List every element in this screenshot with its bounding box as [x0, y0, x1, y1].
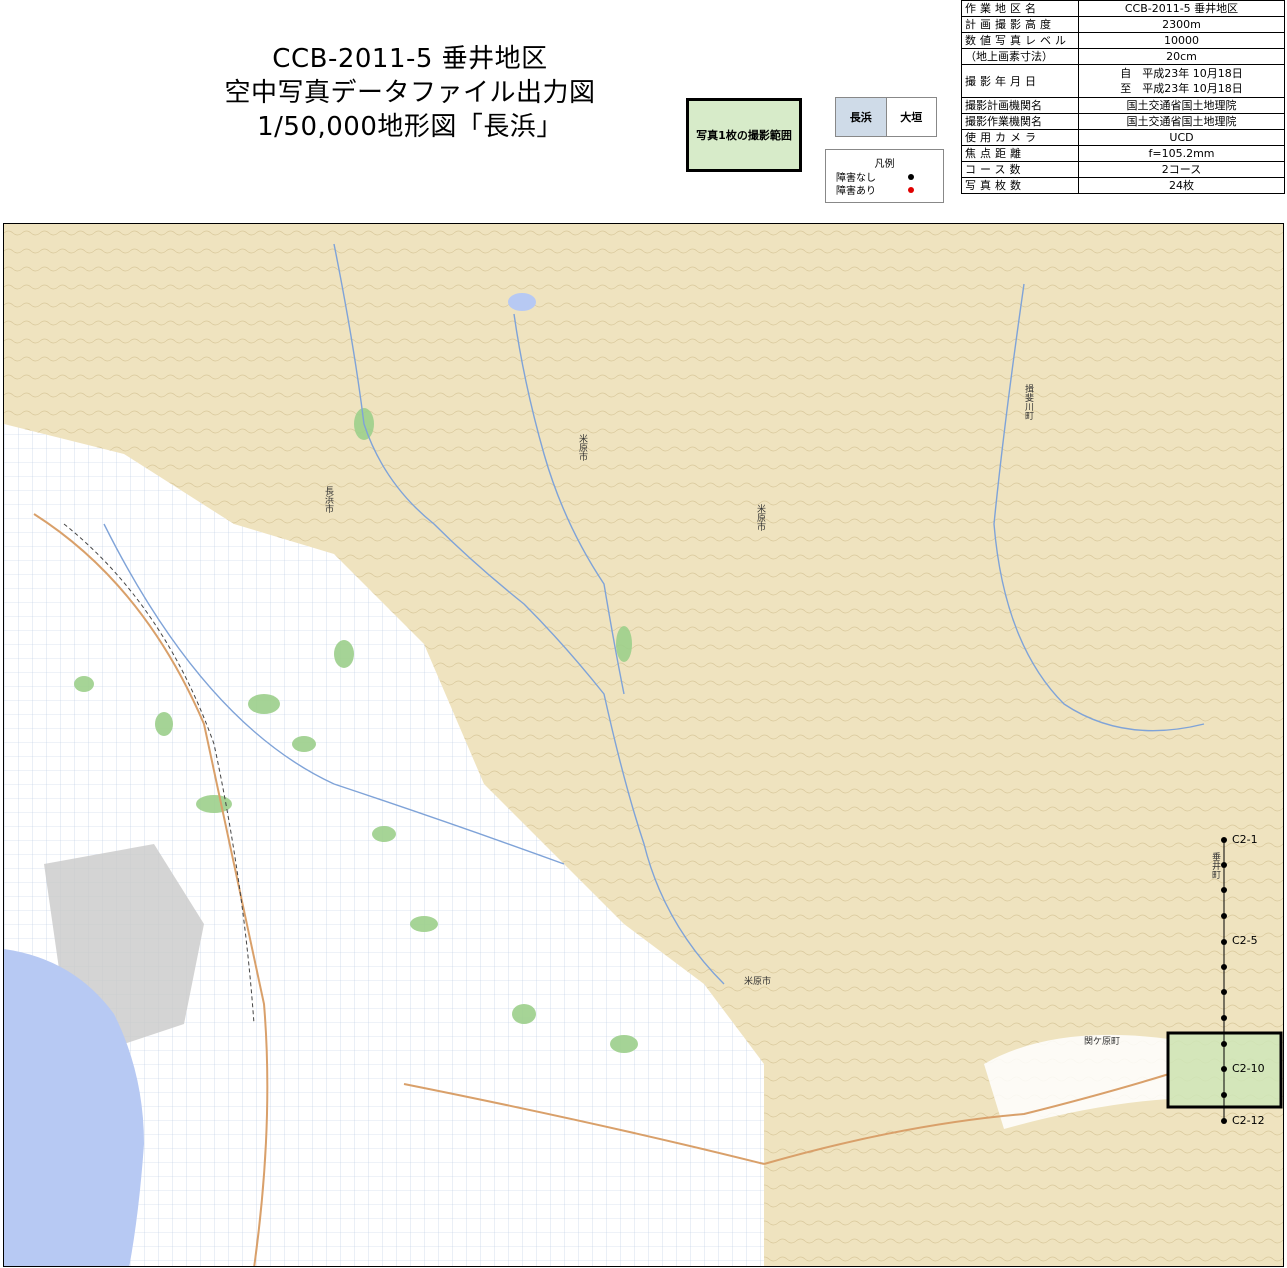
- title-line-3: 1/50,000地形図「長浜」: [257, 112, 563, 142]
- info-value: 2300m: [1078, 16, 1285, 33]
- info-row: 焦点距離 f=105.2mm: [961, 145, 1285, 162]
- place-name: 米原市: [577, 434, 587, 461]
- place-name: 垂井町: [1210, 852, 1220, 879]
- info-row: 数値写真レベル 10000: [961, 32, 1285, 49]
- place-name: 関ケ原町: [1084, 1037, 1121, 1047]
- info-value: 国土交通省国土地理院: [1078, 113, 1285, 130]
- photo-center: [1221, 1118, 1227, 1124]
- photo-center: [1221, 1041, 1227, 1047]
- photo-center: [1221, 964, 1227, 970]
- date-to: 至 平成23年 10月18日: [1120, 82, 1243, 95]
- info-key: （地上画素寸法）: [961, 48, 1079, 65]
- photo-center: [1221, 1015, 1227, 1021]
- place-name: 米原市: [755, 504, 765, 531]
- info-value: UCD: [1078, 129, 1285, 146]
- title-line-1: CCB-2011-5 垂井地区: [272, 44, 548, 74]
- info-row: 計画撮影高度 2300m: [961, 16, 1285, 33]
- info-key: 作業地区名: [961, 0, 1079, 17]
- info-value: f=105.2mm: [1078, 145, 1285, 162]
- photo-center: [1221, 913, 1227, 919]
- place-name: 揖斐川町: [1023, 384, 1033, 420]
- legend: 凡例 障害なし 障害あり: [825, 149, 944, 203]
- sheet-neighbor[interactable]: 大垣: [887, 98, 937, 136]
- map-title: CCB-2011-5 垂井地区 空中写真データファイル出力図 1/50,000地…: [150, 42, 670, 144]
- info-row: コース数 2コース: [961, 161, 1285, 178]
- photo-center: [1221, 1092, 1227, 1098]
- photo-center: [1221, 1066, 1227, 1072]
- survey-info-table: 作業地区名 CCB-2011-5 垂井地区 計画撮影高度 2300m 数値写真レベル…: [961, 0, 1285, 194]
- place-name: 米原市: [744, 977, 772, 987]
- info-key: 写真枚数: [961, 177, 1079, 194]
- info-key: 撮影作業機関名: [961, 113, 1079, 130]
- topographic-map[interactable]: 長浜市 米原市 米原市 揖斐川町 垂井町 関ケ原町 米原市 C2-1 C2-5 …: [3, 223, 1284, 1267]
- black-dot-icon: [908, 173, 914, 180]
- photo-center: [1221, 989, 1227, 995]
- info-row: 写真枚数 24枚: [961, 177, 1285, 194]
- info-key: 計画撮影高度: [961, 16, 1079, 33]
- sheet-index: 長浜 大垣: [835, 97, 937, 137]
- photo-label-c2-1[interactable]: C2-1: [1232, 833, 1258, 846]
- red-dot-icon: [908, 186, 914, 193]
- photo-center: [1221, 939, 1227, 945]
- info-row: 使用カメラ UCD: [961, 129, 1285, 146]
- info-value: 自 平成23年 10月18日至 平成23年 10月18日: [1078, 64, 1285, 98]
- pond: [508, 293, 536, 311]
- info-row: 撮影年月日自 平成23年 10月18日至 平成23年 10月18日: [961, 64, 1285, 98]
- info-key: 使用カメラ: [961, 129, 1079, 146]
- photo-coverage-label: 写真1枚の撮影範囲: [696, 129, 792, 142]
- date-from: 自 平成23年 10月18日: [1120, 67, 1243, 80]
- photo-center: [1221, 837, 1227, 843]
- info-value: CCB-2011-5 垂井地区: [1078, 0, 1285, 17]
- photo-center: [1221, 887, 1227, 893]
- place-name: 長浜市: [323, 486, 333, 513]
- info-row: 撮影作業機関名 国土交通省国土地理院: [961, 113, 1285, 130]
- info-key: 数値写真レベル: [961, 32, 1079, 49]
- info-value: 2コース: [1078, 161, 1285, 178]
- photo-label-c2-10[interactable]: C2-10: [1232, 1062, 1265, 1075]
- legend-item-ng: 障害あり: [836, 183, 943, 197]
- info-key: コース数: [961, 161, 1079, 178]
- legend-title: 凡例: [874, 159, 895, 170]
- info-key: 撮影年月日: [961, 64, 1079, 98]
- info-row: 撮影計画機関名 国土交通省国土地理院: [961, 97, 1285, 114]
- info-key: 撮影計画機関名: [961, 97, 1079, 114]
- info-key: 焦点距離: [961, 145, 1079, 162]
- photo-label-c2-5[interactable]: C2-5: [1232, 934, 1258, 947]
- sheet-current[interactable]: 長浜: [836, 98, 887, 136]
- info-value: 国土交通省国土地理院: [1078, 97, 1285, 114]
- photo-coverage-key: 写真1枚の撮影範囲: [686, 98, 802, 172]
- info-row: 作業地区名 CCB-2011-5 垂井地区: [961, 0, 1285, 17]
- map-canvas: [4, 224, 1283, 1266]
- info-value: 10000: [1078, 32, 1285, 49]
- legend-label-ng: 障害あり: [836, 186, 876, 197]
- info-value: 24枚: [1078, 177, 1285, 194]
- info-value: 20cm: [1078, 48, 1285, 65]
- photo-label-c2-12[interactable]: C2-12: [1232, 1114, 1265, 1127]
- info-row: （地上画素寸法） 20cm: [961, 48, 1285, 65]
- title-line-2: 空中写真データファイル出力図: [224, 78, 596, 108]
